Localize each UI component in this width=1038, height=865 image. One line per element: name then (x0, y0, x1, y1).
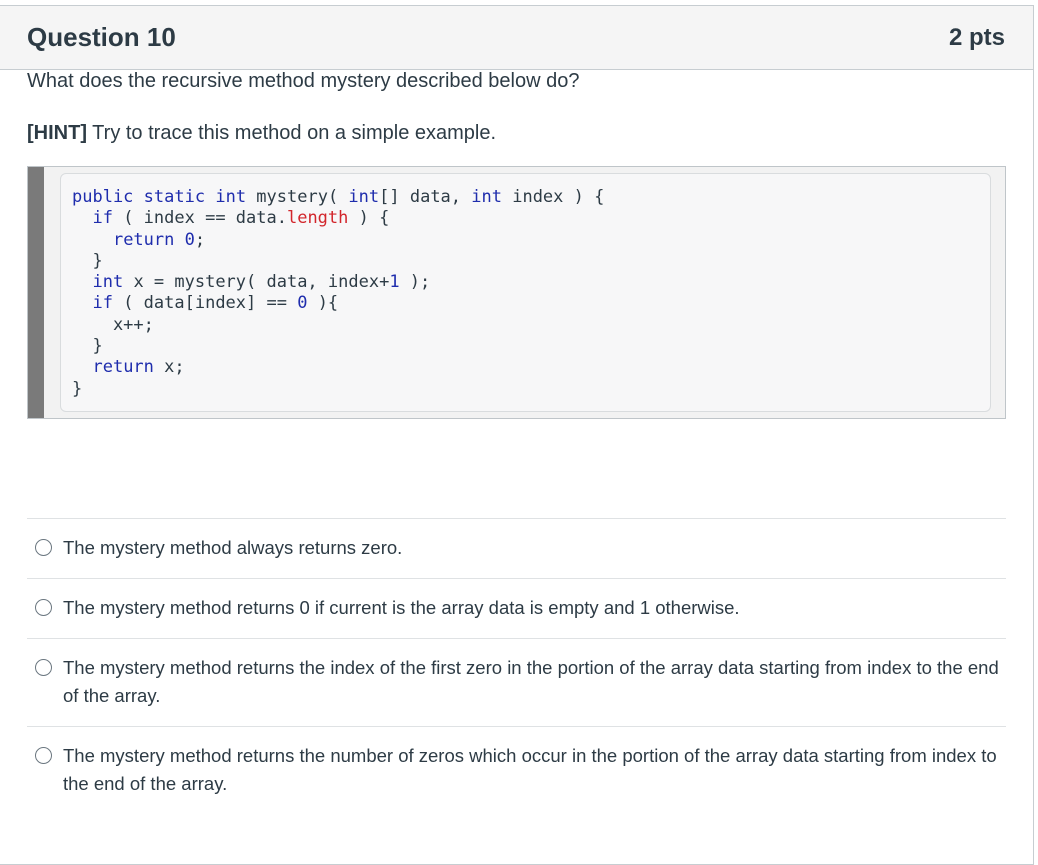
code-line: } (72, 336, 103, 357)
question-card: Question 10 2 pts What does the recursiv… (0, 5, 1034, 865)
hint-tag: [HINT] (27, 122, 87, 144)
code-line: x++; (72, 314, 154, 335)
answer-option-3[interactable]: The mystery method returns the index of … (27, 639, 1006, 726)
code-line: return 0; (112, 229, 206, 250)
answer-options: The mystery method always returns zero. … (27, 518, 1006, 814)
answer-label: The mystery method returns the index of … (63, 657, 999, 706)
radio-button[interactable] (35, 659, 52, 676)
answer-option-2[interactable]: The mystery method returns 0 if current … (27, 579, 1006, 638)
question-prompt: What does the recursive method mystery d… (27, 70, 580, 92)
radio-button[interactable] (35, 599, 52, 616)
code-line: } (72, 378, 83, 399)
code-line: return x; (92, 357, 185, 378)
question-title: Question 10 (27, 22, 176, 52)
question-points: 2 pts (948, 23, 1005, 51)
code-block-accent-bar (28, 167, 44, 418)
code-listing: public static int mystery( int[] data, i… (72, 187, 604, 400)
question-hint: [HINT] Try to trace this method on a sim… (27, 122, 496, 145)
code-line: if ( index == data.length ) { (92, 208, 390, 229)
code-line: public static int mystery( int[] data, i… (72, 187, 605, 207)
code-line: int x = mystery( data, index+1 ); (92, 272, 431, 293)
answer-option-4[interactable]: The mystery method returns the number of… (27, 727, 1006, 814)
radio-button[interactable] (35, 747, 52, 764)
code-block: public static int mystery( int[] data, i… (27, 166, 1006, 419)
answer-label: The mystery method returns the number of… (63, 745, 997, 794)
code-line: } (72, 250, 103, 271)
radio-button[interactable] (35, 539, 52, 556)
question-header: Question 10 2 pts (0, 6, 1033, 70)
answer-option-1[interactable]: The mystery method always returns zero. (27, 519, 1006, 578)
hint-text: Try to trace this method on a simple exa… (86, 122, 497, 144)
answer-label: The mystery method returns 0 if current … (63, 597, 740, 618)
answer-label: The mystery method always returns zero. (63, 537, 403, 558)
code-panel: public static int mystery( int[] data, i… (60, 173, 991, 412)
code-line: if ( data[index] == 0 ){ (92, 293, 339, 314)
